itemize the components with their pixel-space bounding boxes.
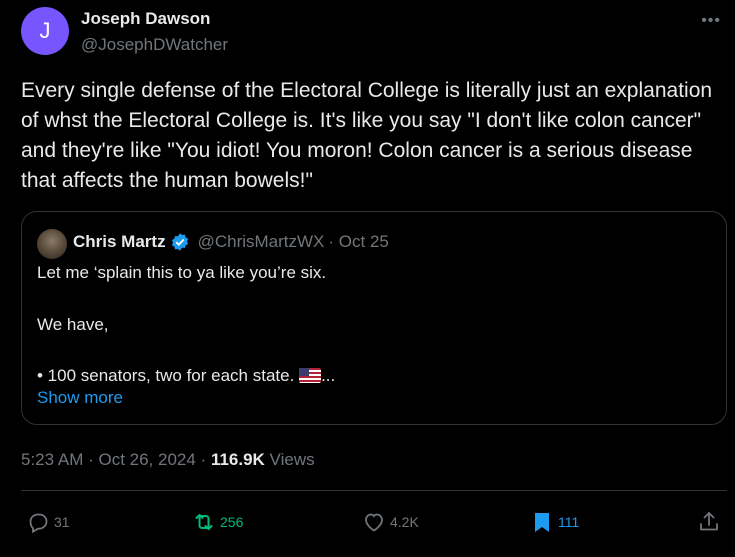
repost-icon: [195, 514, 213, 530]
quoted-tweet[interactable]: Chris Martz @ChrisMartzWX · Oct 25 Let m…: [21, 211, 727, 425]
author-avatar[interactable]: J: [21, 7, 69, 55]
quote-date[interactable]: · Oct 25: [328, 232, 388, 252]
author-handle[interactable]: @JosephDWatcher: [81, 35, 228, 55]
share-icon: [700, 512, 718, 531]
bookmark-button[interactable]: 111: [530, 510, 579, 534]
reply-button[interactable]: 31: [26, 510, 70, 534]
quote-line-2: We have,: [37, 315, 109, 334]
tweet-meta: 5:23 AM · Oct 26, 2024 · 116.9K Views: [21, 450, 315, 470]
like-count: 4.2K: [390, 514, 419, 530]
quote-line-3: • 100 senators, two for each state. ...: [37, 366, 335, 386]
quote-author-name[interactable]: Chris Martz: [73, 232, 166, 252]
us-flag-icon: [299, 368, 322, 383]
divider: [21, 490, 727, 491]
bookmark-count: 111: [558, 514, 580, 530]
like-button[interactable]: 4.2K: [362, 510, 419, 534]
views-label: Views: [264, 450, 315, 469]
tweet-timestamp[interactable]: 5:23 AM · Oct 26, 2024 ·: [21, 450, 211, 469]
quote-ellipsis: ...: [321, 366, 336, 385]
quote-author-handle[interactable]: @ChrisMartzWX: [198, 232, 325, 252]
reply-icon: [29, 513, 48, 534]
avatar-initial: J: [39, 18, 51, 43]
bookmark-icon: [535, 513, 549, 532]
more-horizontal-icon[interactable]: •••: [701, 12, 721, 30]
show-more-link[interactable]: Show more: [37, 388, 123, 408]
quote-header: Chris Martz @ChrisMartzWX · Oct 25: [73, 232, 389, 252]
quote-avatar[interactable]: [37, 229, 67, 259]
views-count: 116.9K: [210, 450, 265, 469]
repost-count: 256: [220, 514, 244, 530]
tweet-text: Every single defense of the Electoral Co…: [21, 79, 713, 192]
share-button[interactable]: [697, 510, 725, 534]
quote-line-3-text: • 100 senators, two for each state.: [37, 366, 295, 385]
verified-badge-icon: [171, 233, 188, 251]
repost-button[interactable]: 256: [192, 510, 243, 534]
author-name[interactable]: Joseph Dawson: [81, 9, 210, 29]
heart-icon: [365, 513, 383, 532]
reply-count: 31: [54, 514, 70, 530]
quote-line-1: Let me ‘splain this to ya like you’re si…: [37, 263, 327, 282]
